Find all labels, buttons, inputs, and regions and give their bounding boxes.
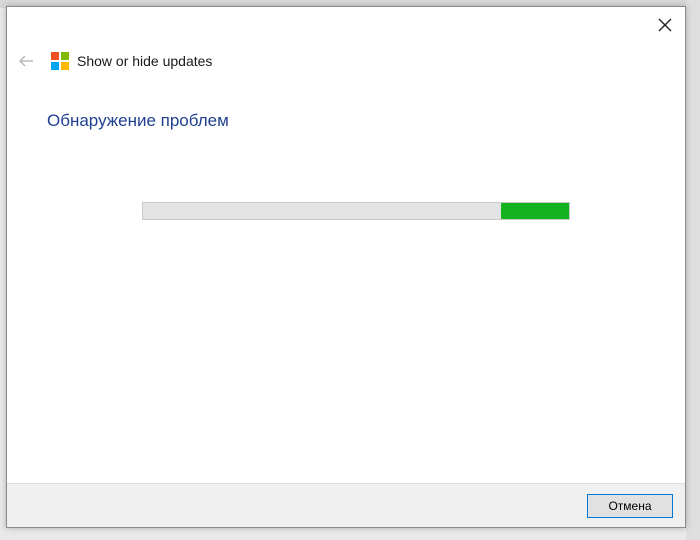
back-button[interactable]	[13, 48, 39, 74]
logo-yellow-square	[61, 62, 69, 70]
logo-blue-square	[51, 62, 59, 70]
desktop-background: Show or hide updates Обнаружение проблем…	[0, 0, 700, 540]
progress-bar	[142, 202, 570, 220]
progress-bar-fill	[500, 203, 569, 219]
windows-logo-icon	[51, 52, 69, 70]
logo-red-square	[51, 52, 59, 60]
close-button[interactable]	[651, 11, 679, 39]
background-window-edge-right	[686, 0, 700, 540]
window-title: Show or hide updates	[77, 53, 213, 69]
page-title: Обнаружение проблем	[47, 111, 229, 130]
logo-green-square	[61, 52, 69, 60]
dialog-footer: Отмена	[7, 483, 685, 527]
dialog-header: Show or hide updates	[13, 47, 212, 75]
cancel-button[interactable]: Отмена	[587, 494, 673, 518]
troubleshooter-dialog: Show or hide updates Обнаружение проблем…	[6, 6, 686, 528]
arrow-left-icon	[19, 55, 33, 67]
close-icon	[658, 18, 672, 32]
